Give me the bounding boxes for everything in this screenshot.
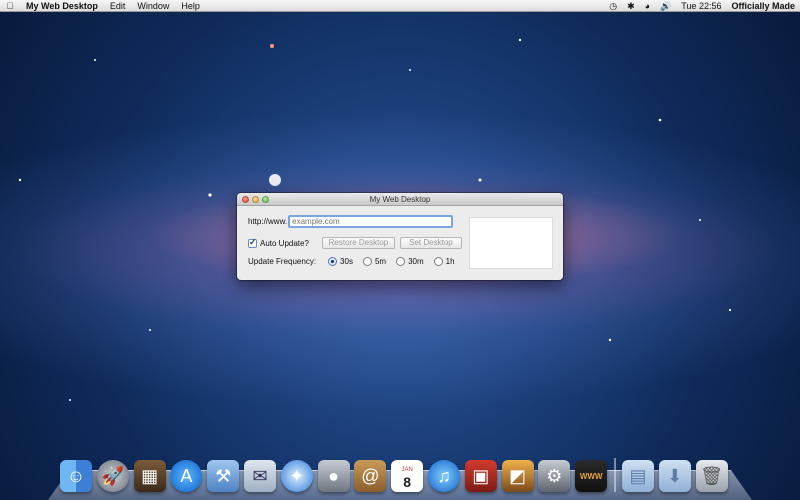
radio-30s[interactable]: 30s bbox=[328, 257, 353, 266]
photo-booth-icon[interactable]: ▦ bbox=[133, 460, 166, 492]
trash-icon[interactable]: 🗑 bbox=[695, 460, 728, 492]
launchpad-icon[interactable]: 🚀 bbox=[96, 460, 129, 492]
iphoto-icon[interactable]: ◩ bbox=[501, 460, 534, 492]
bluetooth-icon[interactable]: ✱ bbox=[622, 0, 640, 12]
dock-separator bbox=[613, 458, 616, 492]
app-store-icon[interactable]: A bbox=[170, 460, 203, 492]
system-preferences-icon[interactable]: ⚙ bbox=[538, 460, 571, 492]
radio-30m-button[interactable] bbox=[396, 257, 406, 266]
facetime-icon[interactable]: ● bbox=[317, 460, 350, 492]
zoom-button[interactable] bbox=[262, 196, 269, 203]
finder-icon[interactable]: ☺ bbox=[60, 460, 92, 492]
app-window: My Web Desktop http://www. Auto Update? … bbox=[237, 193, 563, 280]
window-content: http://www. Auto Update? Restore Desktop… bbox=[237, 207, 563, 280]
apple-icon[interactable]:  bbox=[0, 1, 20, 11]
desktop-preview bbox=[469, 217, 553, 269]
volume-icon[interactable]: 🔊 bbox=[655, 0, 676, 12]
photo-booth-film-icon[interactable]: ▣ bbox=[464, 460, 497, 492]
xcode-icon[interactable]: ⚒ bbox=[207, 460, 240, 492]
radio-1h-button[interactable] bbox=[433, 257, 443, 266]
url-input[interactable] bbox=[288, 215, 454, 228]
menu-window[interactable]: Window bbox=[131, 0, 175, 12]
url-row: http://www. bbox=[248, 215, 454, 228]
radio-30s-label: 30s bbox=[340, 257, 353, 266]
restore-desktop-button[interactable]: Restore Desktop bbox=[321, 237, 395, 249]
radio-1h-label: 1h bbox=[445, 257, 455, 266]
web-app-label: WWW bbox=[579, 471, 603, 481]
radio-5m[interactable]: 5m bbox=[362, 257, 387, 266]
wifi-icon[interactable]: ◕ bbox=[640, 0, 655, 12]
safari-icon[interactable]: ✦ bbox=[280, 460, 313, 492]
auto-update-row: Auto Update? Restore Desktop Set Desktop bbox=[248, 237, 462, 249]
my-web-desktop-icon[interactable]: WWW bbox=[575, 460, 608, 492]
itunes-icon[interactable]: ♫ bbox=[427, 460, 460, 492]
menu-app-name[interactable]: My Web Desktop bbox=[20, 0, 104, 12]
radio-30m-label: 30m bbox=[408, 257, 424, 266]
menu-bar:  My Web Desktop Edit Window Help ◷ ✱ ◕ … bbox=[0, 0, 800, 12]
documents-folder-icon[interactable]: ▤ bbox=[621, 460, 654, 492]
window-title: My Web Desktop bbox=[369, 195, 431, 204]
auto-update-label: Auto Update? bbox=[260, 238, 309, 248]
radio-30s-button[interactable] bbox=[328, 257, 338, 266]
window-controls bbox=[242, 196, 269, 203]
radio-30m[interactable]: 30m bbox=[396, 257, 424, 266]
calendar-day: 8 bbox=[403, 474, 412, 490]
downloads-folder-icon[interactable]: ⬇ bbox=[658, 460, 691, 492]
time-machine-icon[interactable]: ◷ bbox=[604, 0, 622, 12]
dock: ☺ 🚀 ▦ A ⚒ ✉ ✦ ● @ JAN 8 ♫ ▣ ◩ ⚙ WWW ▤ ⬇ … bbox=[60, 452, 740, 492]
address-book-icon[interactable]: @ bbox=[354, 460, 387, 492]
frequency-label: Update Frequency: bbox=[248, 257, 317, 266]
clock[interactable]: Tue 22:56 bbox=[676, 0, 726, 12]
mail-stamp-icon[interactable]: ✉ bbox=[243, 460, 276, 492]
auto-update-checkbox[interactable] bbox=[248, 237, 257, 248]
radio-1h[interactable]: 1h bbox=[433, 257, 455, 266]
url-prefix-label: http://www. bbox=[248, 217, 288, 226]
window-titlebar[interactable]: My Web Desktop bbox=[237, 193, 563, 206]
radio-5m-button[interactable] bbox=[362, 257, 372, 266]
radio-5m-label: 5m bbox=[374, 257, 387, 266]
frequency-row: Update Frequency: 30s 5m 30m 1h bbox=[248, 257, 465, 266]
user-menu[interactable]: Officially Made bbox=[726, 0, 800, 12]
close-button[interactable] bbox=[242, 196, 249, 203]
menu-edit[interactable]: Edit bbox=[104, 0, 132, 12]
minimize-button[interactable] bbox=[252, 196, 259, 203]
menu-help[interactable]: Help bbox=[175, 0, 206, 12]
calendar-icon[interactable]: JAN 8 bbox=[391, 460, 424, 492]
menu-extras: ◷ ✱ ◕ 🔊 Tue 22:56 Officially Made bbox=[604, 0, 800, 12]
set-desktop-button[interactable]: Set Desktop bbox=[399, 237, 462, 249]
